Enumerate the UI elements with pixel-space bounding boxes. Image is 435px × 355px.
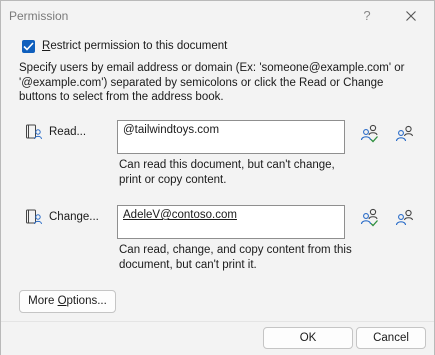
check-names-icon xyxy=(360,208,378,227)
restrict-permission-label: Restrict permission to this document xyxy=(42,40,228,52)
read-button-label: Read... xyxy=(49,126,87,138)
permission-dialog: Permission ? Restrict permission to this… xyxy=(0,0,435,355)
change-button[interactable]: Change... xyxy=(19,205,109,229)
read-users-input[interactable]: @tailwindtoys.com xyxy=(117,120,345,154)
change-description: Can read, change, and copy content from … xyxy=(119,244,352,271)
check-names-icon xyxy=(360,124,378,143)
read-button[interactable]: Read... xyxy=(19,120,109,144)
instructions-text: Specify users by email address or domain… xyxy=(19,62,405,103)
read-description: Can read this document, but can't change… xyxy=(119,159,335,186)
restrict-permission-row[interactable]: Restrict permission to this document xyxy=(22,38,227,54)
close-icon xyxy=(406,11,416,21)
change-users-value: AdeleV@contoso.com xyxy=(123,209,237,221)
add-people-icon xyxy=(395,209,414,226)
add-people-icon xyxy=(395,125,414,142)
window-title: Permission xyxy=(9,9,69,23)
more-options-button[interactable]: More Options... xyxy=(19,290,116,313)
address-book-icon xyxy=(26,124,42,140)
read-users-value: @tailwindtoys.com xyxy=(123,124,220,136)
change-check-names-button[interactable] xyxy=(359,207,381,229)
title-bar: Permission ? xyxy=(1,1,434,31)
restrict-permission-checkbox[interactable] xyxy=(22,39,35,53)
cancel-button[interactable]: Cancel xyxy=(356,327,426,349)
address-book-icon xyxy=(26,209,42,225)
change-button-label: Change... xyxy=(49,211,99,223)
checkmark-icon xyxy=(23,41,34,51)
ok-button-label: OK xyxy=(299,332,317,344)
change-users-input[interactable]: AdeleV@contoso.com xyxy=(117,205,345,239)
help-button[interactable]: ? xyxy=(355,5,379,27)
change-add-people-button[interactable] xyxy=(394,207,416,229)
more-options-label: More Options... xyxy=(28,295,107,307)
help-icon: ? xyxy=(363,8,371,23)
read-check-names-button[interactable] xyxy=(359,123,381,145)
cancel-button-label: Cancel xyxy=(373,332,409,344)
ok-button[interactable]: OK xyxy=(263,327,353,349)
read-add-people-button[interactable] xyxy=(394,123,416,145)
close-button[interactable] xyxy=(398,5,424,27)
